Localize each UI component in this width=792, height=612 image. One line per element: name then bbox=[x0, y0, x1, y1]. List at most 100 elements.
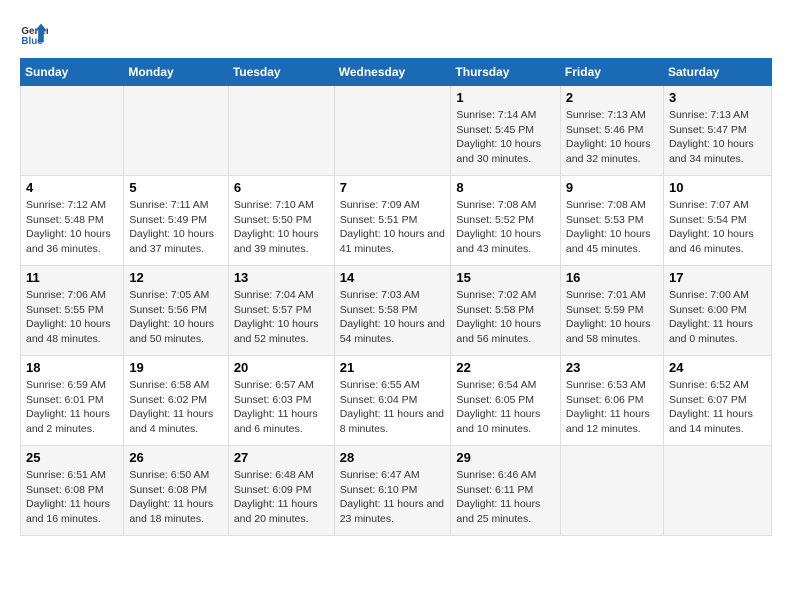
calendar-cell: 18 Sunrise: 6:59 AM Sunset: 6:01 PM Dayli… bbox=[21, 356, 124, 446]
day-info: Sunrise: 7:08 AM Sunset: 5:53 PM Dayligh… bbox=[566, 198, 658, 257]
calendar-cell: 2 Sunrise: 7:13 AM Sunset: 5:46 PM Daylig… bbox=[560, 86, 663, 176]
day-number: 3 bbox=[669, 90, 766, 105]
weekday-header-row: SundayMondayTuesdayWednesdayThursdayFrid… bbox=[21, 59, 772, 86]
day-number: 6 bbox=[234, 180, 329, 195]
day-number: 13 bbox=[234, 270, 329, 285]
day-number: 1 bbox=[456, 90, 555, 105]
calendar-table: SundayMondayTuesdayWednesdayThursdayFrid… bbox=[20, 58, 772, 536]
calendar-cell: 3 Sunrise: 7:13 AM Sunset: 5:47 PM Daylig… bbox=[663, 86, 771, 176]
page-header: General Blue bbox=[20, 20, 772, 48]
day-info: Sunrise: 7:03 AM Sunset: 5:58 PM Dayligh… bbox=[340, 288, 446, 347]
day-info: Sunrise: 7:13 AM Sunset: 5:47 PM Dayligh… bbox=[669, 108, 766, 167]
calendar-cell: 29 Sunrise: 6:46 AM Sunset: 6:11 PM Dayli… bbox=[451, 446, 561, 536]
weekday-header-tuesday: Tuesday bbox=[228, 59, 334, 86]
day-number: 28 bbox=[340, 450, 446, 465]
calendar-cell: 14 Sunrise: 7:03 AM Sunset: 5:58 PM Dayli… bbox=[334, 266, 451, 356]
calendar-cell: 12 Sunrise: 7:05 AM Sunset: 5:56 PM Dayli… bbox=[124, 266, 228, 356]
calendar-week-row: 1 Sunrise: 7:14 AM Sunset: 5:45 PM Daylig… bbox=[21, 86, 772, 176]
day-number: 26 bbox=[129, 450, 222, 465]
day-number: 15 bbox=[456, 270, 555, 285]
day-number: 23 bbox=[566, 360, 658, 375]
day-number: 21 bbox=[340, 360, 446, 375]
day-number: 17 bbox=[669, 270, 766, 285]
calendar-cell: 24 Sunrise: 6:52 AM Sunset: 6:07 PM Dayli… bbox=[663, 356, 771, 446]
day-info: Sunrise: 7:08 AM Sunset: 5:52 PM Dayligh… bbox=[456, 198, 555, 257]
day-info: Sunrise: 6:46 AM Sunset: 6:11 PM Dayligh… bbox=[456, 468, 555, 527]
day-info: Sunrise: 6:59 AM Sunset: 6:01 PM Dayligh… bbox=[26, 378, 118, 437]
calendar-cell: 7 Sunrise: 7:09 AM Sunset: 5:51 PM Daylig… bbox=[334, 176, 451, 266]
calendar-cell bbox=[124, 86, 228, 176]
calendar-cell: 15 Sunrise: 7:02 AM Sunset: 5:58 PM Dayli… bbox=[451, 266, 561, 356]
calendar-cell: 5 Sunrise: 7:11 AM Sunset: 5:49 PM Daylig… bbox=[124, 176, 228, 266]
day-info: Sunrise: 7:10 AM Sunset: 5:50 PM Dayligh… bbox=[234, 198, 329, 257]
calendar-cell: 26 Sunrise: 6:50 AM Sunset: 6:08 PM Dayli… bbox=[124, 446, 228, 536]
day-info: Sunrise: 7:14 AM Sunset: 5:45 PM Dayligh… bbox=[456, 108, 555, 167]
day-info: Sunrise: 7:01 AM Sunset: 5:59 PM Dayligh… bbox=[566, 288, 658, 347]
calendar-cell: 23 Sunrise: 6:53 AM Sunset: 6:06 PM Dayli… bbox=[560, 356, 663, 446]
day-info: Sunrise: 7:12 AM Sunset: 5:48 PM Dayligh… bbox=[26, 198, 118, 257]
calendar-cell: 25Sunrise: 6:51 AM Sunset: 6:08 PM Dayli… bbox=[21, 446, 124, 536]
day-info: Sunrise: 7:00 AM Sunset: 6:00 PM Dayligh… bbox=[669, 288, 766, 347]
weekday-header-saturday: Saturday bbox=[663, 59, 771, 86]
day-info: Sunrise: 6:53 AM Sunset: 6:06 PM Dayligh… bbox=[566, 378, 658, 437]
weekday-header-wednesday: Wednesday bbox=[334, 59, 451, 86]
calendar-cell bbox=[228, 86, 334, 176]
day-info: Sunrise: 6:58 AM Sunset: 6:02 PM Dayligh… bbox=[129, 378, 222, 437]
day-info: Sunrise: 6:51 AM Sunset: 6:08 PM Dayligh… bbox=[26, 468, 118, 527]
day-number: 8 bbox=[456, 180, 555, 195]
calendar-cell: 27 Sunrise: 6:48 AM Sunset: 6:09 PM Dayli… bbox=[228, 446, 334, 536]
day-number: 12 bbox=[129, 270, 222, 285]
day-number: 19 bbox=[129, 360, 222, 375]
calendar-cell: 20 Sunrise: 6:57 AM Sunset: 6:03 PM Dayli… bbox=[228, 356, 334, 446]
day-number: 14 bbox=[340, 270, 446, 285]
day-info: Sunrise: 7:07 AM Sunset: 5:54 PM Dayligh… bbox=[669, 198, 766, 257]
logo: General Blue bbox=[20, 20, 52, 48]
day-info: Sunrise: 7:13 AM Sunset: 5:46 PM Dayligh… bbox=[566, 108, 658, 167]
calendar-cell: 17 Sunrise: 7:00 AM Sunset: 6:00 PM Dayli… bbox=[663, 266, 771, 356]
calendar-cell: 1 Sunrise: 7:14 AM Sunset: 5:45 PM Daylig… bbox=[451, 86, 561, 176]
day-info: Sunrise: 7:11 AM Sunset: 5:49 PM Dayligh… bbox=[129, 198, 222, 257]
day-number: 5 bbox=[129, 180, 222, 195]
day-info: Sunrise: 7:04 AM Sunset: 5:57 PM Dayligh… bbox=[234, 288, 329, 347]
day-info: Sunrise: 7:09 AM Sunset: 5:51 PM Dayligh… bbox=[340, 198, 446, 257]
calendar-cell: 4 Sunrise: 7:12 AM Sunset: 5:48 PM Daylig… bbox=[21, 176, 124, 266]
day-number: 27 bbox=[234, 450, 329, 465]
day-info: Sunrise: 7:05 AM Sunset: 5:56 PM Dayligh… bbox=[129, 288, 222, 347]
day-info: Sunrise: 6:52 AM Sunset: 6:07 PM Dayligh… bbox=[669, 378, 766, 437]
calendar-cell: 10Sunrise: 7:07 AM Sunset: 5:54 PM Dayli… bbox=[663, 176, 771, 266]
calendar-cell bbox=[663, 446, 771, 536]
calendar-week-row: 4 Sunrise: 7:12 AM Sunset: 5:48 PM Daylig… bbox=[21, 176, 772, 266]
calendar-week-row: 11 Sunrise: 7:06 AM Sunset: 5:55 PM Dayli… bbox=[21, 266, 772, 356]
day-info: Sunrise: 7:02 AM Sunset: 5:58 PM Dayligh… bbox=[456, 288, 555, 347]
day-info: Sunrise: 6:50 AM Sunset: 6:08 PM Dayligh… bbox=[129, 468, 222, 527]
calendar-cell bbox=[21, 86, 124, 176]
day-number: 2 bbox=[566, 90, 658, 105]
day-number: 24 bbox=[669, 360, 766, 375]
day-number: 11 bbox=[26, 270, 118, 285]
calendar-week-row: 25Sunrise: 6:51 AM Sunset: 6:08 PM Dayli… bbox=[21, 446, 772, 536]
day-info: Sunrise: 6:48 AM Sunset: 6:09 PM Dayligh… bbox=[234, 468, 329, 527]
calendar-cell: 11 Sunrise: 7:06 AM Sunset: 5:55 PM Dayli… bbox=[21, 266, 124, 356]
weekday-header-sunday: Sunday bbox=[21, 59, 124, 86]
day-info: Sunrise: 7:06 AM Sunset: 5:55 PM Dayligh… bbox=[26, 288, 118, 347]
day-number: 7 bbox=[340, 180, 446, 195]
day-info: Sunrise: 6:54 AM Sunset: 6:05 PM Dayligh… bbox=[456, 378, 555, 437]
calendar-cell: 21 Sunrise: 6:55 AM Sunset: 6:04 PM Dayli… bbox=[334, 356, 451, 446]
day-number: 20 bbox=[234, 360, 329, 375]
calendar-cell bbox=[560, 446, 663, 536]
weekday-header-monday: Monday bbox=[124, 59, 228, 86]
day-number: 18 bbox=[26, 360, 118, 375]
calendar-cell: 28 Sunrise: 6:47 AM Sunset: 6:10 PM Dayli… bbox=[334, 446, 451, 536]
day-info: Sunrise: 6:47 AM Sunset: 6:10 PM Dayligh… bbox=[340, 468, 446, 527]
day-number: 29 bbox=[456, 450, 555, 465]
day-number: 22 bbox=[456, 360, 555, 375]
calendar-cell: 8 Sunrise: 7:08 AM Sunset: 5:52 PM Daylig… bbox=[451, 176, 561, 266]
day-info: Sunrise: 6:57 AM Sunset: 6:03 PM Dayligh… bbox=[234, 378, 329, 437]
calendar-cell: 13 Sunrise: 7:04 AM Sunset: 5:57 PM Dayli… bbox=[228, 266, 334, 356]
day-number: 4 bbox=[26, 180, 118, 195]
calendar-cell: 22 Sunrise: 6:54 AM Sunset: 6:05 PM Dayli… bbox=[451, 356, 561, 446]
day-number: 9 bbox=[566, 180, 658, 195]
day-info: Sunrise: 6:55 AM Sunset: 6:04 PM Dayligh… bbox=[340, 378, 446, 437]
weekday-header-thursday: Thursday bbox=[451, 59, 561, 86]
weekday-header-friday: Friday bbox=[560, 59, 663, 86]
